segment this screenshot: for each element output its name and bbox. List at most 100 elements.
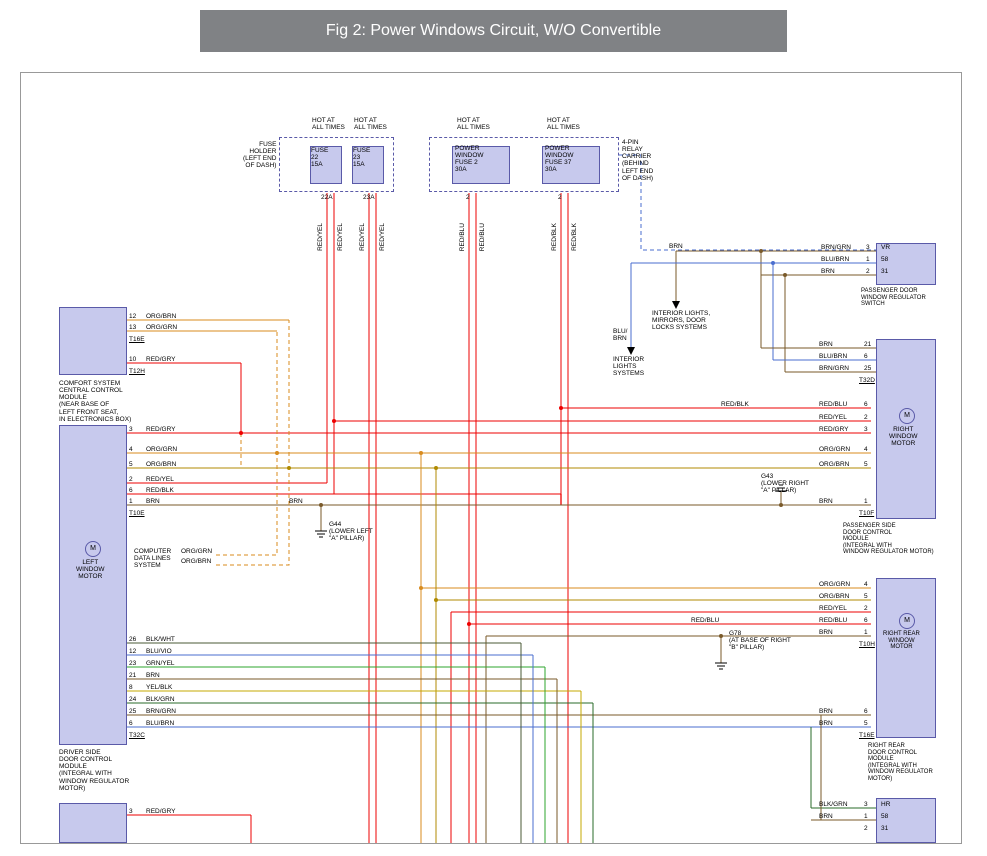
g44-wire: BRN [289,498,303,505]
brn-branch: BRN [669,243,683,250]
pin23a: 23A [363,194,375,201]
rr-mod-label: RIGHT REAR DOOR CONTROL MODULE (INTEGRAL… [868,743,933,783]
d-t2: T32C [129,732,145,739]
rm-t1: T32D [859,377,875,384]
bc23: GRN/YEL [146,660,175,667]
rm-t2: T10F [859,510,874,517]
br-c2: BRN [819,813,833,820]
rr-b-c1: BRN [819,708,833,715]
rm-b-c3: BRN [819,498,833,505]
dc4: ORG/GRN [146,446,177,453]
rr-t-c2: ORG/BRN [819,593,849,600]
rr-t-c5: BRN [819,629,833,636]
cm-t2: T12H [129,368,145,375]
rm-b-n3: 1 [864,498,868,505]
pin-r37: 2 [558,194,562,201]
driver-module [59,425,127,745]
bc25: BRN/GRN [146,708,176,715]
wc4b: RED/BLK [571,223,578,251]
ps-c3: BRN [821,268,835,275]
blubrn-branch: BLU/ BRN [613,328,627,342]
rm-m-n2: 2 [864,414,868,421]
rm-b-n2: 5 [864,461,868,468]
dc6: RED/BLK [146,487,174,494]
rm-t-n1: 21 [864,341,871,348]
comfort-label: COMFORT SYSTEM CENTRAL CONTROL MODULE (N… [59,380,131,423]
pass-mod-label: PASSENGER SIDE DOOR CONTROL MODULE (INTE… [843,523,934,556]
g78-label: G78 (AT BASE OF RIGHT "B" PILLAR) [729,630,791,651]
hot3: HOT AT ALL TIMES [457,117,490,131]
rm-t-n3: 25 [864,365,871,372]
br-c1: BLK/GRN [819,801,848,808]
rr-redblu: RED/BLU [691,617,719,624]
rm-t-n2: 6 [864,353,868,360]
bc6b: BLU/BRN [146,720,174,727]
rm-m-n1: 6 [864,401,868,408]
ps-r2: 58 [881,256,888,263]
fuseholder-label: FUSE HOLDER (LEFT END OF DASH) [243,141,276,170]
cm-p13: 13 [129,324,136,331]
br-n2: 1 [864,813,868,820]
rm-t-c2: BLU/BRN [819,353,847,360]
ps-c1: BRN/GRN [821,244,851,251]
br-r1: HR [881,801,890,808]
hot2: HOT AT ALL TIMES [354,117,387,131]
bp12: 12 [129,648,136,655]
cm-t1: T16E [129,336,145,343]
wc2: RED/YEL [359,223,366,251]
wc3b: RED/BLU [479,223,486,251]
motor-icon: M [85,541,101,557]
rr-t-n5: 1 [864,629,868,636]
dl-org-grn: ORG/GRN [181,548,212,555]
bp25: 25 [129,708,136,715]
blc3: RED/GRY [146,808,176,815]
rr-t-c1: ORG/GRN [819,581,850,588]
hot1: HOT AT ALL TIMES [312,117,345,131]
cm-p12: 12 [129,313,136,320]
rm-b-c2: ORG/BRN [819,461,849,468]
rm-redblk: RED/BLK [721,401,749,408]
dc3: RED/GRY [146,426,176,433]
bc26: BLK/WHT [146,636,175,643]
cm-c10: RED/GRY [146,356,176,363]
rm-t-c3: BRN/GRN [819,365,849,372]
dp4: 4 [129,446,133,453]
bp24: 24 [129,696,136,703]
dc5: ORG/BRN [146,461,176,468]
cm-p10: 10 [129,356,136,363]
pwf37-label: POWER WINDOW FUSE 37 30A [545,145,574,174]
pwf2-label: POWER WINDOW FUSE 2 30A [455,145,484,174]
ps-n3: 2 [866,268,870,275]
motor-icon-rr: M [899,613,915,629]
dc2: RED/YEL [146,476,174,483]
br-n1: 3 [864,801,868,808]
left-motor-label: LEFT WINDOW MOTOR [76,559,105,580]
rr-t2: T16E [859,732,875,739]
rr-t1: T10H [859,641,875,648]
wc3: RED/BLU [459,223,466,251]
bp23: 23 [129,660,136,667]
d-t1: T10E [129,510,145,517]
rr-b-n1: 6 [864,708,868,715]
rm-m-c3: RED/GRY [819,426,849,433]
wc1: RED/YEL [317,223,324,251]
g43-label: G43 (LOWER RIGHT "A" PILLAR) [761,473,809,494]
hot4: HOT AT ALL TIMES [547,117,580,131]
dp1: 1 [129,498,133,505]
ps-r1: VR [881,244,890,251]
br-r3: 31 [881,825,888,832]
rr-t-n1: 4 [864,581,868,588]
bc21: BRN [146,672,160,679]
g44-label: G44 (LOWER LEFT "A" PILLAR) [329,521,373,542]
motor-icon-r: M [899,408,915,424]
rr-b-c2: BRN [819,720,833,727]
dp2: 2 [129,476,133,483]
right-motor-label: RIGHT WINDOW MOTOR [889,426,918,447]
rr-t-c3: RED/YEL [819,605,847,612]
fuse22-label: FUSE 22 15A [311,147,328,168]
dp5: 5 [129,461,133,468]
rm-m-c2: RED/YEL [819,414,847,421]
wc2b: RED/YEL [379,223,386,251]
cm-c12: ORG/BRN [146,313,176,320]
dl-org-brn: ORG/BRN [181,558,211,565]
